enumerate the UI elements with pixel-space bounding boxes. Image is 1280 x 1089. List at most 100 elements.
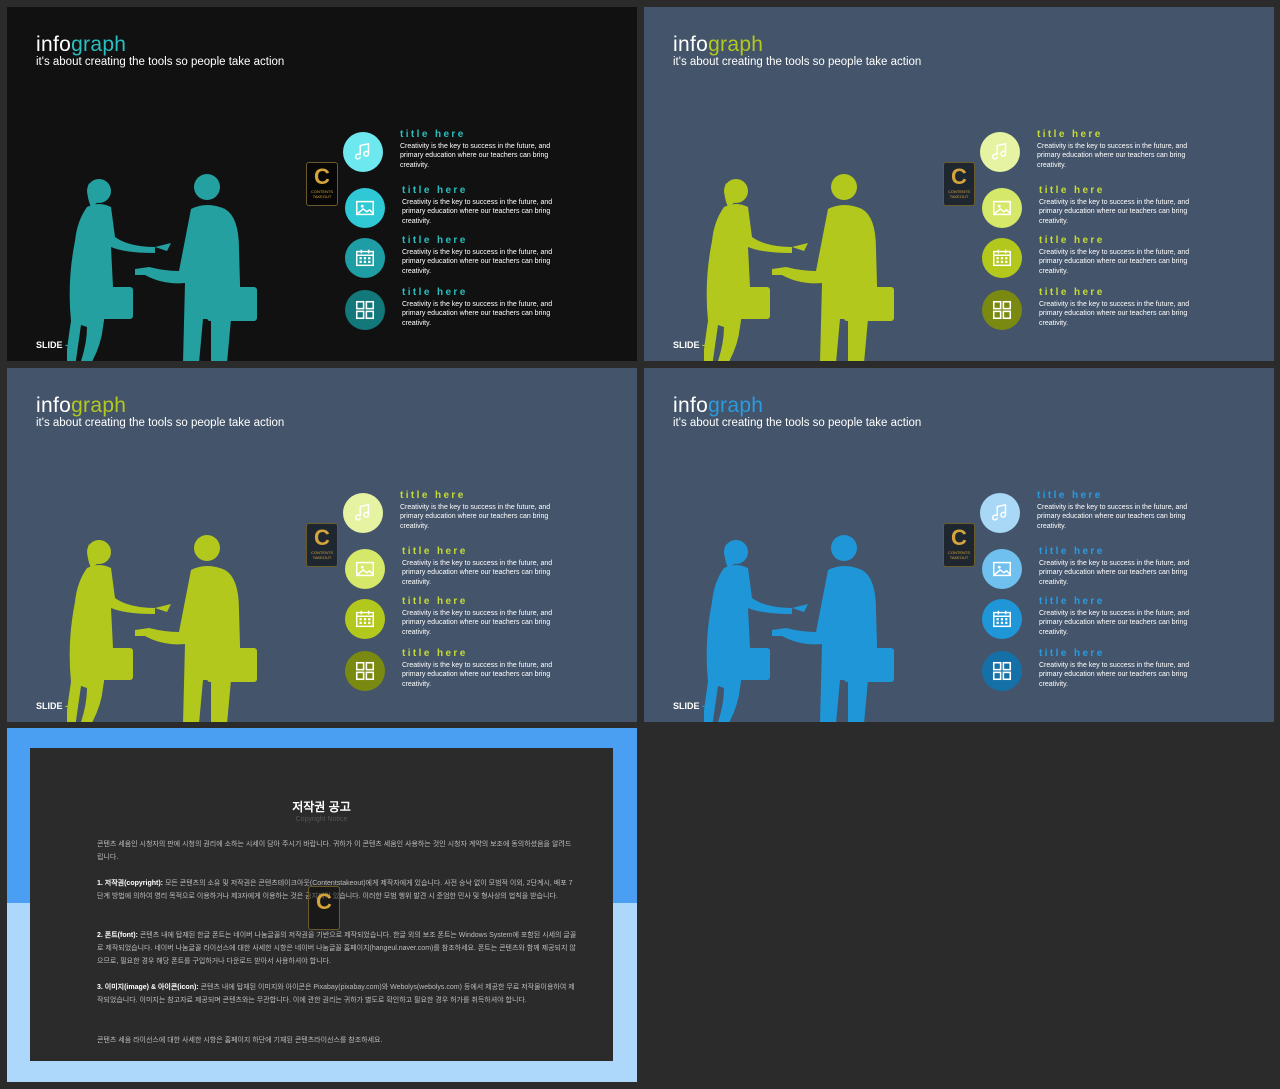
infograph-item: title here Creativity is the key to succ…: [982, 596, 1262, 641]
infograph-item: title here Creativity is the key to succ…: [982, 185, 1262, 230]
notice-logo-letter: C: [316, 889, 332, 914]
contents-takeout-logo: C CONTENTS TAKEOUT: [306, 162, 338, 206]
item-circle: [345, 599, 385, 639]
slide-label: SLIDE ‑: [673, 701, 705, 711]
item-text: Creativity is the key to success in the …: [1039, 249, 1190, 275]
notice-heading-image: 3. 이미지(image) & 아이콘(icon):: [97, 984, 199, 991]
image-icon: [356, 561, 374, 577]
infograph-slide: infograph it's about creating the tools …: [644, 368, 1274, 722]
image-icon: [993, 200, 1011, 216]
infograph-item: title here Creativity is the key to succ…: [982, 546, 1262, 591]
infograph-item: title here Creativity is the key to succ…: [980, 129, 1260, 174]
logo-letter: C: [951, 525, 967, 550]
infograph-item: title here Creativity is the key to succ…: [982, 648, 1262, 693]
slide-label-dash: ‑: [62, 701, 69, 711]
infograph-item: title here Creativity is the key to succ…: [343, 490, 623, 535]
slide-title: infograph: [36, 33, 126, 57]
slide-title-info: info: [673, 33, 709, 56]
slide-subtitle: it's about creating the tools so people …: [36, 417, 285, 429]
item-circle: [345, 188, 385, 228]
contents-takeout-logo: C CONTENTS TAKEOUT: [943, 523, 975, 567]
item-title: title here: [402, 648, 468, 659]
logo-letter: C: [951, 164, 967, 189]
item-text: Creativity is the key to success in the …: [1039, 610, 1190, 636]
item-text: Creativity is the key to success in the …: [400, 143, 551, 169]
logo-text: CONTENTS TAKEOUT: [948, 550, 970, 560]
item-text: Creativity is the key to success in the …: [1039, 199, 1190, 225]
infograph-item: title here Creativity is the key to succ…: [980, 490, 1260, 535]
slide-label-text: SLIDE: [673, 701, 700, 711]
contents-takeout-logo: C CONTENTS TAKEOUT: [943, 162, 975, 206]
handshake-silhouette-icon: [65, 169, 257, 361]
notice-heading-font: 2. 폰트(font):: [97, 932, 138, 939]
music-icon: [991, 142, 1007, 160]
slide-title-info: info: [36, 33, 72, 56]
image-icon: [356, 200, 374, 216]
slide-subtitle: it's about creating the tools so people …: [673, 417, 922, 429]
grid-icon: [355, 661, 375, 681]
slide-title-info: info: [673, 394, 709, 417]
item-circle: [980, 132, 1020, 172]
item-text: Creativity is the key to success in the …: [402, 662, 553, 688]
calendar-icon: [993, 610, 1011, 628]
infograph-item: title here Creativity is the key to succ…: [982, 287, 1262, 332]
item-text: Creativity is the key to success in the …: [402, 610, 553, 636]
infograph-item: title here Creativity is the key to succ…: [345, 596, 625, 641]
item-text: Creativity is the key to success in the …: [1037, 504, 1188, 530]
item-title: title here: [1037, 129, 1103, 140]
item-text: Creativity is the key to success in the …: [402, 560, 553, 586]
item-title: title here: [402, 185, 468, 196]
infograph-item: title here Creativity is the key to succ…: [343, 129, 623, 174]
notice-logo: C: [308, 886, 340, 930]
item-title: title here: [1039, 596, 1105, 607]
logo-letter: C: [314, 164, 330, 189]
infograph-item: title here Creativity is the key to succ…: [345, 546, 625, 591]
slide-title-info: info: [36, 394, 72, 417]
slide-label-dash: ‑: [699, 340, 706, 350]
calendar-icon: [356, 249, 374, 267]
item-circle: [982, 188, 1022, 228]
infograph-item: title here Creativity is the key to succ…: [345, 648, 625, 693]
notice-paragraph-image: 3. 이미지(image) & 아이콘(icon): 콘텐츠 내에 탑재된 이미…: [97, 981, 577, 1007]
image-icon: [993, 561, 1011, 577]
item-title: title here: [402, 235, 468, 246]
handshake-silhouette-icon: [702, 169, 894, 361]
item-circle: [345, 651, 385, 691]
grid-icon: [992, 661, 1012, 681]
infograph-item: title here Creativity is the key to succ…: [982, 235, 1262, 280]
infograph-item: title here Creativity is the key to succ…: [345, 287, 625, 332]
item-title: title here: [1039, 235, 1105, 246]
item-circle: [345, 290, 385, 330]
item-title: title here: [400, 129, 466, 140]
slide-label: SLIDE ‑: [36, 701, 68, 711]
item-title: title here: [1037, 490, 1103, 501]
calendar-icon: [356, 610, 374, 628]
item-title: title here: [1039, 648, 1105, 659]
slide-title-graph: graph: [71, 394, 127, 417]
logo-letter: C: [314, 525, 330, 550]
item-circle: [345, 238, 385, 278]
infograph-slide: infograph it's about creating the tools …: [7, 7, 637, 361]
notice-panel: 저작권 공고 Copyright Notice 콘텐츠 세움인 시청자의 판에 …: [30, 748, 613, 1061]
item-text: Creativity is the key to success in the …: [1039, 301, 1190, 327]
infograph-slide: infograph it's about creating the tools …: [644, 7, 1274, 361]
slide-title: infograph: [673, 394, 763, 418]
notice-paragraph-font: 2. 폰트(font): 콘텐츠 내에 탑재된 한글 폰트는 네이버 나눔글꼴의…: [97, 929, 577, 968]
slide-label-text: SLIDE: [36, 701, 63, 711]
logo-text: CONTENTS TAKEOUT: [311, 189, 333, 199]
item-circle: [980, 493, 1020, 533]
item-title: title here: [1039, 287, 1105, 298]
slide-title: infograph: [36, 394, 126, 418]
item-circle: [982, 549, 1022, 589]
slide-label-text: SLIDE: [673, 340, 700, 350]
notice-subtitle: Copyright Notice: [295, 816, 348, 823]
logo-text: CONTENTS TAKEOUT: [311, 550, 333, 560]
notice-body-font: 콘텐츠 내에 탑재된 한글 폰트는 네이버 나눔글꼴의 저작권을 기반으로 제작…: [97, 932, 577, 965]
item-text: Creativity is the key to success in the …: [402, 199, 553, 225]
grid-icon: [355, 300, 375, 320]
slide-title-graph: graph: [71, 33, 127, 56]
slide-label: SLIDE ‑: [36, 340, 68, 350]
slide-subtitle: it's about creating the tools so people …: [673, 56, 922, 68]
item-circle: [982, 599, 1022, 639]
item-text: Creativity is the key to success in the …: [402, 249, 553, 275]
